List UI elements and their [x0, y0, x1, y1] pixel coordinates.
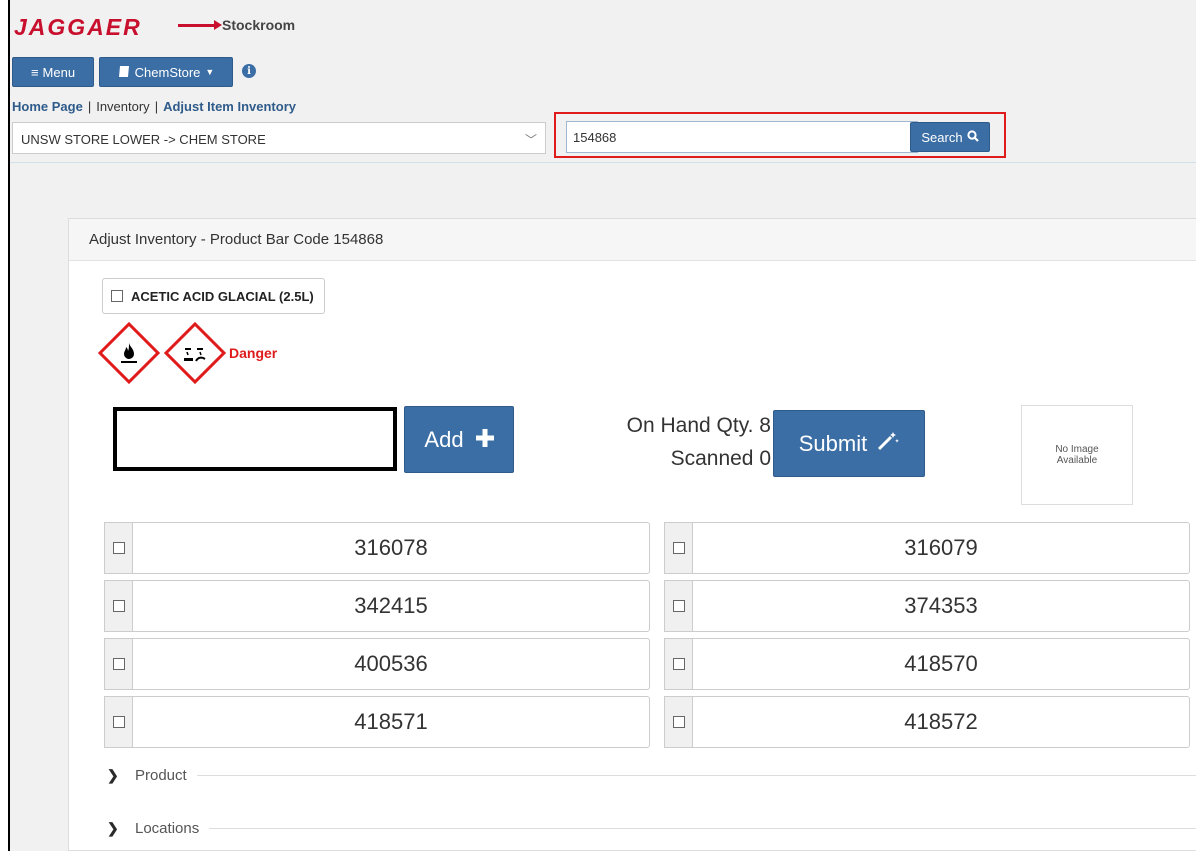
product-image-placeholder: No Image Available [1021, 405, 1133, 505]
barcode-value: 316078 [132, 522, 650, 574]
barcode-item: 400536 [104, 638, 664, 690]
checkbox[interactable] [112, 542, 125, 554]
magic-wand-icon [877, 431, 900, 457]
add-button[interactable]: Add [404, 406, 514, 473]
info-icon[interactable]: i [242, 64, 256, 78]
breadcrumb: Home Page | Inventory | Adjust Item Inventor… [12, 99, 296, 114]
barcode-value: 316079 [692, 522, 1190, 574]
barcode-item: 316078 [104, 522, 664, 574]
section-locations-label: Locations [135, 820, 200, 837]
barcode-checkbox[interactable] [664, 696, 692, 748]
product-name: ACETIC ACID GLACIAL (2.5L) [131, 288, 314, 304]
chevron-right-icon: ❯ [107, 820, 119, 836]
barcode-checkbox[interactable] [104, 522, 132, 574]
checkbox[interactable] [672, 600, 685, 612]
section-product[interactable]: ❯ Product [107, 767, 1196, 784]
logo-arrow-icon [178, 20, 222, 30]
barcode-value: 418572 [692, 696, 1190, 748]
breadcrumb-current[interactable]: Adjust Item Inventory [163, 99, 296, 114]
barcode-scan-input[interactable] [113, 407, 397, 471]
barcode-checkbox[interactable] [104, 638, 132, 690]
barcode-value: 400536 [132, 638, 650, 690]
checkbox[interactable] [672, 542, 685, 554]
barcode-value: 374353 [692, 580, 1190, 632]
barcode-checkbox[interactable] [664, 522, 692, 574]
section-divider [209, 828, 1196, 829]
caret-down-icon: ▼ [205, 67, 215, 77]
hamburger-icon: ≡ [30, 64, 39, 80]
app-frame: JAGGAER Stockroom ≡ Menu ChemStore ▼ i H… [8, 0, 1196, 851]
store-select-value: UNSW STORE LOWER -> CHEM STORE [21, 132, 266, 147]
panel-title: Adjust Inventory - Product Bar Code 1548… [69, 219, 1196, 261]
no-image-text-1: No Image [1055, 444, 1099, 455]
search-input-value: 154868 [573, 130, 617, 145]
submit-button-label: Submit [798, 430, 868, 456]
search-button-label: Search [921, 129, 963, 145]
barcode-checkbox[interactable] [664, 580, 692, 632]
barcode-item: 342415 [104, 580, 664, 632]
product-chip[interactable]: ACETIC ACID GLACIAL (2.5L) [102, 278, 325, 314]
section-divider [196, 775, 1196, 776]
menu-button[interactable]: ≡ Menu [12, 57, 94, 87]
corrosion-icon [163, 321, 227, 385]
breadcrumb-separator: | [87, 99, 92, 114]
search-input[interactable]: 154868 [566, 121, 918, 153]
hazard-pictograms: Danger [97, 321, 278, 385]
barcode-value: 418571 [132, 696, 650, 748]
barcode-value: 342415 [132, 580, 650, 632]
checkbox[interactable] [112, 716, 125, 728]
barcode-checkbox[interactable] [664, 638, 692, 690]
product-checkbox[interactable] [111, 290, 123, 302]
barcode-item: 316079 [664, 522, 1196, 574]
book-icon [118, 65, 130, 80]
barcode-value: 418570 [692, 638, 1190, 690]
brand-logo: JAGGAER [14, 14, 142, 40]
barcode-item: 418570 [664, 638, 1196, 690]
add-button-label: Add [424, 426, 464, 452]
quantity-summary: On Hand Qty. 8 Scanned 0 [525, 409, 771, 475]
section-product-label: Product [135, 767, 187, 784]
breadcrumb-home-link[interactable]: Home Page [12, 99, 83, 114]
store-select[interactable]: UNSW STORE LOWER -> CHEM STORE ﹀ [12, 122, 546, 154]
chevron-down-icon: ﹀ [524, 133, 537, 147]
checkbox[interactable] [672, 658, 685, 670]
header: JAGGAER Stockroom ≡ Menu ChemStore ▼ i H… [10, 0, 1196, 163]
barcode-list: 316078 316079 342415 374353 400536 41857… [104, 522, 1196, 748]
checkbox[interactable] [672, 716, 685, 728]
no-image-text-2: Available [1056, 455, 1098, 466]
signal-word: Danger [229, 345, 278, 361]
barcode-item: 418572 [664, 696, 1196, 748]
barcode-checkbox[interactable] [104, 696, 132, 748]
on-hand-qty: On Hand Qty. 8 [626, 414, 771, 437]
section-locations[interactable]: ❯ Locations [107, 820, 1196, 837]
checkbox[interactable] [112, 658, 125, 670]
breadcrumb-separator: | [154, 99, 159, 114]
scanned-count: Scanned 0 [670, 447, 771, 470]
chemstore-dropdown-button[interactable]: ChemStore ▼ [99, 57, 233, 87]
barcode-item: 418571 [104, 696, 664, 748]
adjust-inventory-panel: Adjust Inventory - Product Bar Code 1548… [68, 218, 1196, 851]
barcode-checkbox[interactable] [104, 580, 132, 632]
search-button[interactable]: Search [910, 122, 990, 152]
flame-icon [97, 321, 161, 385]
submit-button[interactable]: Submit [773, 410, 925, 477]
breadcrumb-inventory[interactable]: Inventory [96, 99, 149, 114]
plus-icon [475, 427, 494, 453]
barcode-item: 374353 [664, 580, 1196, 632]
checkbox[interactable] [112, 600, 125, 612]
search-icon [966, 129, 979, 145]
menu-button-label: Menu [42, 64, 76, 80]
app-name: Stockroom [222, 17, 296, 33]
chevron-right-icon: ❯ [107, 767, 119, 783]
chemstore-button-label: ChemStore [134, 64, 201, 80]
